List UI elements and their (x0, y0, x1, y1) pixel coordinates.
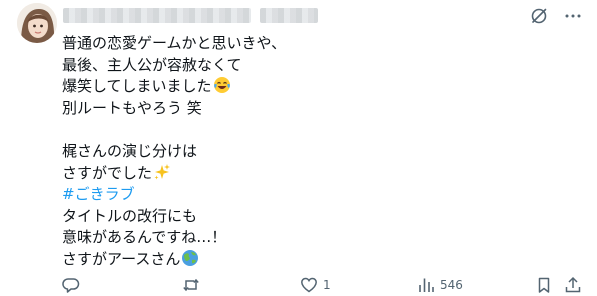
post-line-2: 最後、主人公が容赦なくて (62, 55, 242, 74)
post-line-11-text: さすがアースさん (62, 249, 181, 268)
hashtag-link[interactable]: #ごきラブ (62, 184, 522, 206)
post-line-1: 普通の恋愛ゲームかと思いきや、 (62, 34, 287, 52)
post-line-7: さすがでした (62, 163, 522, 185)
share-button[interactable] (564, 275, 582, 295)
grok-icon[interactable] (529, 6, 549, 26)
reply-button[interactable] (62, 275, 85, 295)
post-line-6: 梶さんの演じ分けは (62, 141, 198, 160)
post-line-3-text: 爆笑してしまいました (62, 77, 212, 96)
post-line-10: 意味があるんですね…！ (62, 228, 227, 247)
avatar[interactable] (17, 3, 57, 43)
redacted-handle (260, 8, 318, 23)
post-line-11: さすがアースさん (62, 249, 522, 271)
avatar-image (17, 3, 57, 43)
repost-icon (183, 278, 199, 292)
redacted-display-name (63, 8, 251, 23)
post-line-blank (62, 119, 522, 141)
views-icon (419, 278, 434, 292)
like-count: 1 (323, 278, 331, 292)
more-icon[interactable] (563, 6, 583, 26)
post-line-9: タイトルの改行にも (62, 206, 198, 225)
action-bar: 1 546 (62, 275, 582, 295)
sparkles-emoji (153, 163, 171, 188)
post-header (63, 6, 583, 26)
bookmark-button[interactable] (535, 275, 553, 295)
post-line-3: 爆笑してしまいました (62, 76, 522, 98)
like-button[interactable]: 1 (300, 275, 331, 295)
repost-button[interactable] (182, 275, 205, 295)
views-count: 546 (440, 278, 463, 292)
heart-icon (301, 277, 317, 293)
share-icon (565, 276, 581, 293)
laughing-tears-emoji (213, 76, 231, 101)
globe-emoji (181, 249, 199, 274)
reply-icon (62, 278, 80, 293)
post[interactable]: 普通の恋愛ゲームかと思いきや、 最後、主人公が容赦なくて 爆笑してしまいました … (0, 0, 597, 296)
header-actions (529, 6, 583, 26)
bookmark-icon (538, 277, 550, 293)
views-button[interactable]: 546 (417, 275, 463, 295)
post-line-4: 別ルートもやろう 笑 (62, 98, 202, 117)
post-text: 普通の恋愛ゲームかと思いきや、 最後、主人公が容赦なくて 爆笑してしまいました … (62, 33, 522, 271)
post-line-7-text: さすがでした (62, 163, 153, 182)
